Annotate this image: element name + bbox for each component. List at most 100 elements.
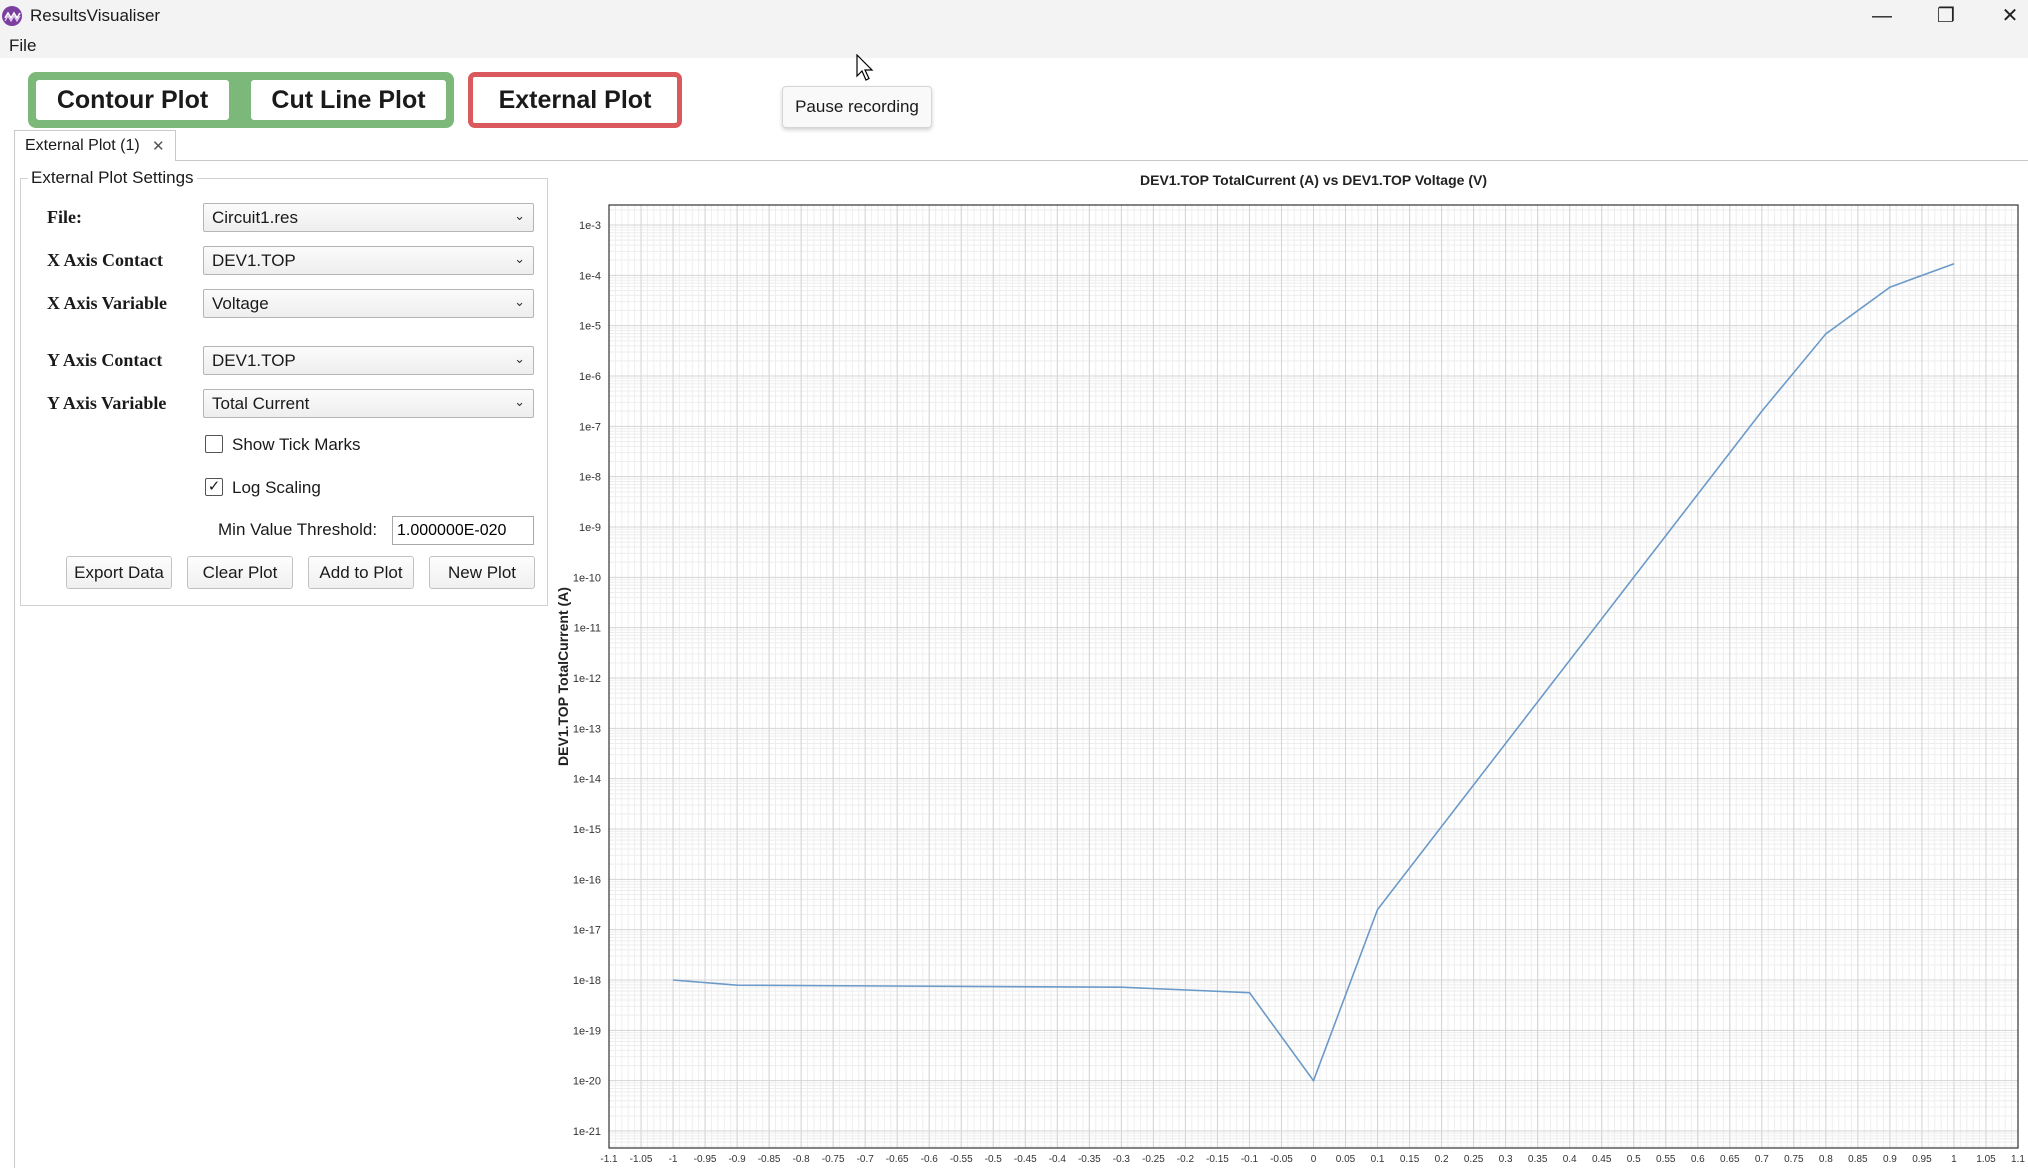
x-tick-label: -0.8 xyxy=(793,1154,811,1165)
external-plot-button[interactable]: External Plot xyxy=(468,72,682,128)
x-tick-label: -0.9 xyxy=(728,1154,746,1165)
x-tick-label: 0.55 xyxy=(1656,1154,1676,1165)
x-tick-label: 0.8 xyxy=(1819,1154,1833,1165)
x-tick-label: -0.55 xyxy=(950,1154,973,1165)
y-tick-label: 1e-10 xyxy=(573,572,601,584)
add-to-plot-button[interactable]: Add to Plot xyxy=(308,556,414,589)
show-tick-marks-checkbox[interactable] xyxy=(205,435,223,453)
export-data-button[interactable]: Export Data xyxy=(66,556,172,589)
x-tick-label: 0.35 xyxy=(1528,1154,1548,1165)
file-dropdown[interactable]: Circuit1.res ⌄ xyxy=(203,203,534,232)
close-window-button[interactable]: ✕ xyxy=(1980,0,2028,32)
x-axis-contact-dropdown[interactable]: DEV1.TOP ⌄ xyxy=(203,246,534,275)
x-tick-label: -0.05 xyxy=(1270,1154,1293,1165)
x-tick-label: 0.5 xyxy=(1627,1154,1641,1165)
y-axis-contact-value: DEV1.TOP xyxy=(212,351,296,370)
tab-close-icon[interactable]: ✕ xyxy=(152,137,165,155)
chart-title: DEV1.TOP TotalCurrent (A) vs DEV1.TOP Vo… xyxy=(1140,172,1487,188)
y-tick-label: 1e-20 xyxy=(573,1076,601,1088)
x-tick-label: 1.05 xyxy=(1976,1154,1996,1165)
chevron-down-icon: ⌄ xyxy=(514,351,525,366)
x-axis-variable-label: X Axis Variable xyxy=(47,293,168,313)
x-tick-label: 0.4 xyxy=(1563,1154,1577,1165)
x-tick-label: 0.25 xyxy=(1464,1154,1484,1165)
minimize-button[interactable]: — xyxy=(1852,0,1912,32)
y-axis-contact-dropdown[interactable]: DEV1.TOP ⌄ xyxy=(203,346,534,375)
x-tick-label: 0.3 xyxy=(1499,1154,1513,1165)
x-axis-variable-dropdown[interactable]: Voltage ⌄ xyxy=(203,289,534,318)
y-tick-label: 1e-11 xyxy=(574,623,601,635)
x-tick-label: -0.1 xyxy=(1241,1154,1259,1165)
menu-file[interactable]: File xyxy=(9,36,36,56)
x-tick-label: -0.35 xyxy=(1078,1154,1101,1165)
y-tick-label: 1e-19 xyxy=(573,1025,601,1037)
x-tick-label: -0.15 xyxy=(1206,1154,1229,1165)
cut-line-plot-button[interactable]: Cut Line Plot xyxy=(247,76,450,124)
x-tick-label: -1.1 xyxy=(600,1154,618,1165)
y-tick-label: 1e-16 xyxy=(573,874,601,886)
x-tick-label: -0.65 xyxy=(886,1154,909,1165)
tab-external-plot[interactable]: External Plot (1) ✕ xyxy=(14,130,176,161)
y-tick-label: 1e-8 xyxy=(579,472,601,484)
external-plot-chart[interactable]: -1.1 -1.05 -1 -0.95 -0.9 -0.85 -0.8 -0.75 -0.7 -0… xyxy=(548,160,2028,1168)
x-tick-label: 0.9 xyxy=(1883,1154,1897,1165)
y-tick-label: 1e-18 xyxy=(573,975,601,987)
contour-plot-button[interactable]: Contour Plot xyxy=(32,76,233,124)
x-tick-label: 1.1 xyxy=(2011,1154,2025,1165)
y-tick-label: 1e-6 xyxy=(579,371,601,383)
x-axis-contact-label: X Axis Contact xyxy=(47,250,163,270)
mouse-cursor-icon xyxy=(856,54,874,81)
settings-group-title: External Plot Settings xyxy=(28,168,197,188)
min-threshold-label: Min Value Threshold: xyxy=(218,520,378,539)
x-tick-label: -1 xyxy=(669,1154,678,1165)
y-tick-label: 1e-4 xyxy=(579,270,601,282)
x-tick-label: -0.6 xyxy=(921,1154,939,1165)
log-scaling-label: Log Scaling xyxy=(232,478,321,497)
chevron-down-icon: ⌄ xyxy=(514,251,525,266)
x-tick-label: -1.05 xyxy=(630,1154,653,1165)
x-tick-label: 0.6 xyxy=(1691,1154,1705,1165)
tab-label: External Plot (1) xyxy=(25,137,140,154)
chevron-down-icon: ⌄ xyxy=(514,208,525,223)
log-scaling-checkbox[interactable]: ✓ xyxy=(205,478,223,496)
clear-plot-button[interactable]: Clear Plot xyxy=(187,556,293,589)
y-tick-label: 1e-3 xyxy=(579,220,601,232)
min-threshold-input[interactable] xyxy=(392,516,534,545)
y-tick-label: 1e-14 xyxy=(573,774,601,786)
x-tick-label: 0.2 xyxy=(1435,1154,1449,1165)
x-tick-label: 1 xyxy=(1951,1154,1957,1165)
menu-bar: File xyxy=(0,32,2028,58)
y-axis-variable-value: Total Current xyxy=(212,394,310,413)
y-tick-label: 1e-15 xyxy=(573,824,601,836)
x-tick-label: -0.3 xyxy=(1113,1154,1131,1165)
x-tick-label: 0.05 xyxy=(1336,1154,1356,1165)
x-tick-label: -0.95 xyxy=(694,1154,717,1165)
window-title: ResultsVisualiser xyxy=(30,6,161,25)
x-tick-label: -0.25 xyxy=(1142,1154,1165,1165)
y-axis-variable-dropdown[interactable]: Total Current ⌄ xyxy=(203,389,534,418)
x-axis-contact-value: DEV1.TOP xyxy=(212,251,296,270)
new-plot-button[interactable]: New Plot xyxy=(429,556,535,589)
x-tick-label: -0.2 xyxy=(1177,1154,1195,1165)
y-axis-variable-label: Y Axis Variable xyxy=(47,393,167,413)
x-tick-label: 0.1 xyxy=(1371,1154,1385,1165)
chevron-down-icon: ⌄ xyxy=(514,294,525,309)
pause-recording-tooltip: Pause recording xyxy=(782,86,932,128)
x-tick-label: 0.75 xyxy=(1784,1154,1804,1165)
file-label: File: xyxy=(47,207,82,227)
x-tick-label: -0.5 xyxy=(985,1154,1003,1165)
maximize-button[interactable]: ❐ xyxy=(1916,0,1976,32)
x-tick-label: 0.45 xyxy=(1592,1154,1612,1165)
y-tick-label: 1e-21 xyxy=(573,1126,601,1138)
x-tick-label: 0.65 xyxy=(1720,1154,1740,1165)
file-dropdown-value: Circuit1.res xyxy=(212,208,298,227)
x-axis-variable-value: Voltage xyxy=(212,294,269,313)
x-tick-label: 0.95 xyxy=(1912,1154,1932,1165)
x-tick-label: -0.75 xyxy=(822,1154,845,1165)
app-logo-icon xyxy=(2,6,22,26)
y-tick-label: 1e-12 xyxy=(573,673,601,685)
x-tick-label: 0.7 xyxy=(1755,1154,1769,1165)
x-tick-label: -0.45 xyxy=(1014,1154,1037,1165)
y-tick-label: 1e-17 xyxy=(573,925,601,937)
x-tick-label: -0.85 xyxy=(758,1154,781,1165)
